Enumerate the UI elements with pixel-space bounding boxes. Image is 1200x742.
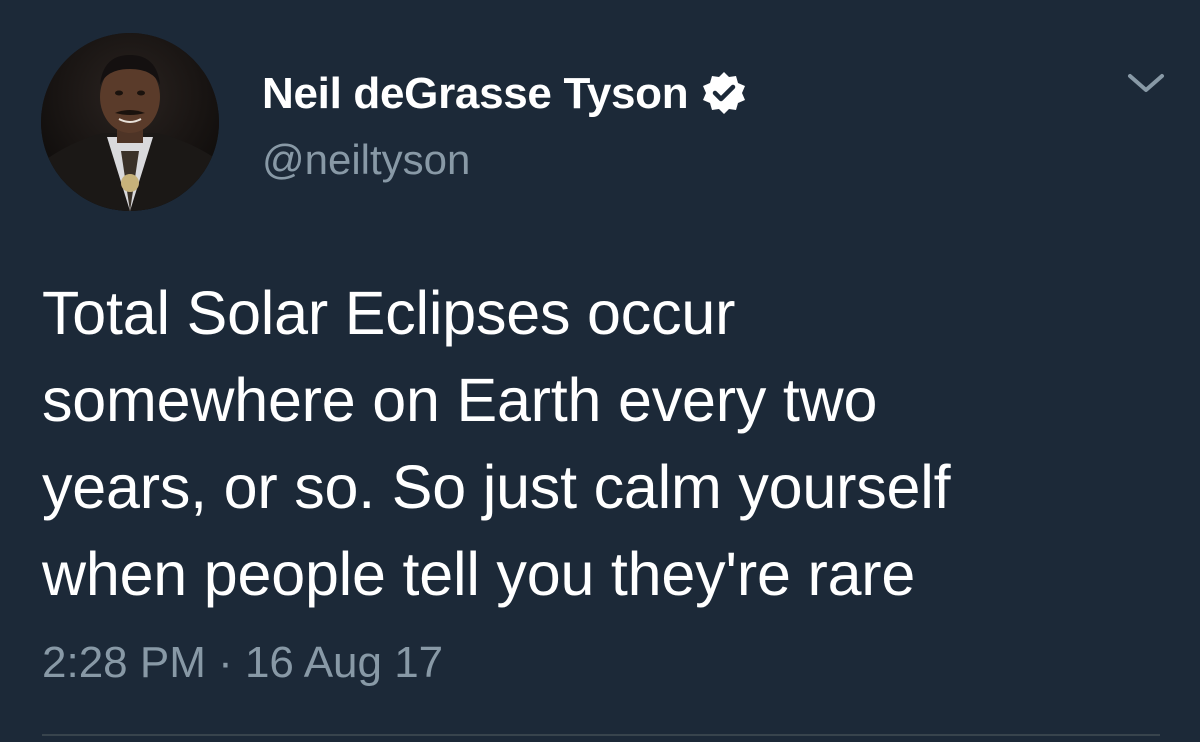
display-name[interactable]: Neil deGrasse Tyson (262, 69, 689, 119)
tweet: Neil deGrasse Tyson @neiltyson Total Sol… (0, 0, 1200, 742)
author-name-row: Neil deGrasse Tyson (262, 66, 748, 122)
author-handle[interactable]: @neiltyson (262, 136, 470, 184)
verified-badge-icon (700, 70, 748, 118)
divider (42, 734, 1160, 736)
tweet-text: Total Solar Eclipses occur somewhere on … (42, 279, 951, 608)
profile-photo (41, 33, 219, 211)
tweet-menu-button[interactable] (1120, 64, 1172, 104)
avatar[interactable] (41, 33, 219, 211)
tweet-timestamp[interactable]: 2:28 PM · 16 Aug 17 (42, 638, 443, 688)
chevron-down-icon (1128, 74, 1164, 92)
